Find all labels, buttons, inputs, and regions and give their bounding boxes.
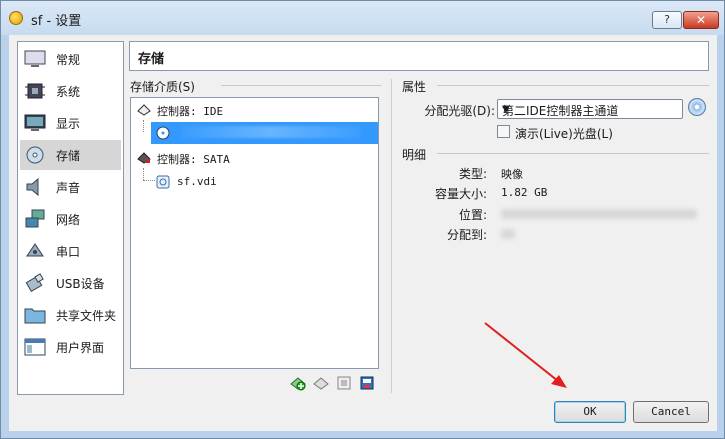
window-icon — [24, 338, 46, 356]
annotation-arrow — [484, 322, 567, 388]
live-cd-checkbox[interactable] — [497, 125, 510, 138]
sidebar-item-storage[interactable]: 存储 — [20, 140, 121, 170]
sidebar-item-label: 系统 — [56, 85, 81, 99]
sidebar-item-shared-folders[interactable]: 共享文件夹 — [20, 300, 121, 330]
settings-category-list: 常规 系统 显示 存储 声音 网络 串口 USB设备 共享文件夹 用户界面 — [17, 41, 124, 395]
serial-port-icon — [26, 243, 44, 257]
details-section-label: 明细 — [402, 148, 427, 162]
sidebar-item-user-interface[interactable]: 用户界面 — [20, 332, 121, 362]
panel-separator — [391, 79, 392, 393]
redacted-location — [501, 209, 697, 219]
sidebar-item-label: 共享文件夹 — [56, 309, 117, 323]
title-bar: sf - 设置 ? ✕ — [1, 1, 724, 35]
tree-controller-ide[interactable]: 控制器: IDE — [131, 99, 378, 121]
sidebar-item-label: 用户界面 — [56, 341, 105, 355]
sidebar-item-network[interactable]: 网络 — [20, 204, 121, 234]
hard-disk-icon — [156, 175, 170, 189]
sidebar-item-usb[interactable]: USB设备 — [20, 268, 121, 298]
ok-button[interactable]: OK — [554, 401, 626, 423]
cancel-button[interactable]: Cancel — [633, 401, 709, 423]
monitor-icon — [24, 50, 46, 67]
usb-icon — [25, 273, 44, 293]
app-icon — [9, 11, 23, 25]
tree-item-hard-disk-label: sf.vdi — [177, 175, 217, 188]
folder-icon — [24, 308, 46, 324]
remove-attachment-icon[interactable] — [359, 375, 375, 391]
disk-icon — [26, 146, 44, 164]
remove-controller-icon[interactable] — [313, 375, 329, 391]
sidebar-item-general[interactable]: 常规 — [20, 44, 121, 74]
network-icon — [25, 209, 45, 228]
cd-icon — [156, 126, 170, 140]
sidebar-item-label: 存储 — [56, 149, 81, 163]
tree-controller-sata[interactable]: 控制器: SATA — [131, 147, 378, 169]
sidebar-item-system[interactable]: 系统 — [20, 76, 121, 106]
location-label: 位置: — [458, 208, 487, 222]
live-cd-label: 演示(Live)光盘(L) — [515, 127, 613, 141]
sidebar-item-display[interactable]: 显示 — [20, 108, 121, 138]
tree-connector — [143, 168, 144, 180]
settings-window: sf - 设置 ? ✕ 常规 系统 显示 存储 声音 网络 串口 USB设备 共… — [0, 0, 725, 439]
sidebar-item-label: 显示 — [56, 117, 81, 131]
ide-controller-icon — [137, 104, 151, 116]
close-button[interactable]: ✕ — [683, 11, 719, 29]
dialog-body: 常规 系统 显示 存储 声音 网络 串口 USB设备 共享文件夹 用户界面 存储… — [9, 35, 717, 431]
sidebar-item-label: 串口 — [56, 245, 81, 259]
add-attachment-icon[interactable] — [336, 375, 352, 391]
size-value: 1.82 GB — [501, 186, 548, 199]
sata-controller-icon — [137, 152, 151, 164]
help-button[interactable]: ? — [652, 11, 682, 29]
display-icon — [24, 114, 46, 131]
drive-label: 分配光驱(D): — [424, 104, 495, 118]
sidebar-item-label: USB设备 — [56, 277, 105, 291]
page-title: 存储 — [138, 52, 165, 67]
add-controller-icon[interactable] — [290, 375, 306, 391]
redacted-attached-to — [501, 229, 515, 239]
type-label: 类型: — [458, 167, 487, 181]
optical-drive-select[interactable]: 第二IDE控制器主通道 ▼ — [497, 99, 683, 119]
speaker-icon — [26, 177, 39, 197]
page-header: 存储 — [129, 41, 709, 71]
tree-controller-sata-label: 控制器: SATA — [157, 153, 230, 166]
type-value: 映像 — [501, 168, 523, 181]
storage-tree-label: 存储介质(S) — [130, 80, 195, 94]
storage-label-separator — [221, 85, 381, 86]
size-label: 容量大小: — [434, 187, 487, 201]
tree-item-hard-disk[interactable]: sf.vdi — [151, 171, 378, 193]
sidebar-item-label: 网络 — [56, 213, 81, 227]
choose-disk-button[interactable] — [688, 98, 706, 116]
storage-tree[interactable]: 控制器: IDE 控制器: SATA sf.vdi — [130, 97, 379, 369]
details-separator — [437, 153, 709, 154]
chevron-down-icon: ▼ — [502, 104, 510, 115]
sidebar-item-label: 常规 — [56, 53, 81, 67]
attached-label: 分配到: — [446, 228, 487, 242]
attributes-separator — [437, 85, 709, 86]
chip-icon — [25, 83, 45, 99]
tree-connector — [143, 120, 144, 132]
sidebar-item-serial[interactable]: 串口 — [20, 236, 121, 266]
tree-item-optical-drive[interactable] — [151, 122, 378, 144]
window-title: sf - 设置 — [31, 14, 82, 29]
tree-controller-ide-label: 控制器: IDE — [157, 105, 224, 118]
attributes-section-label: 属性 — [402, 80, 427, 94]
sidebar-item-label: 声音 — [56, 181, 81, 195]
sidebar-item-audio[interactable]: 声音 — [20, 172, 121, 202]
redacted-drive-name — [181, 126, 361, 138]
